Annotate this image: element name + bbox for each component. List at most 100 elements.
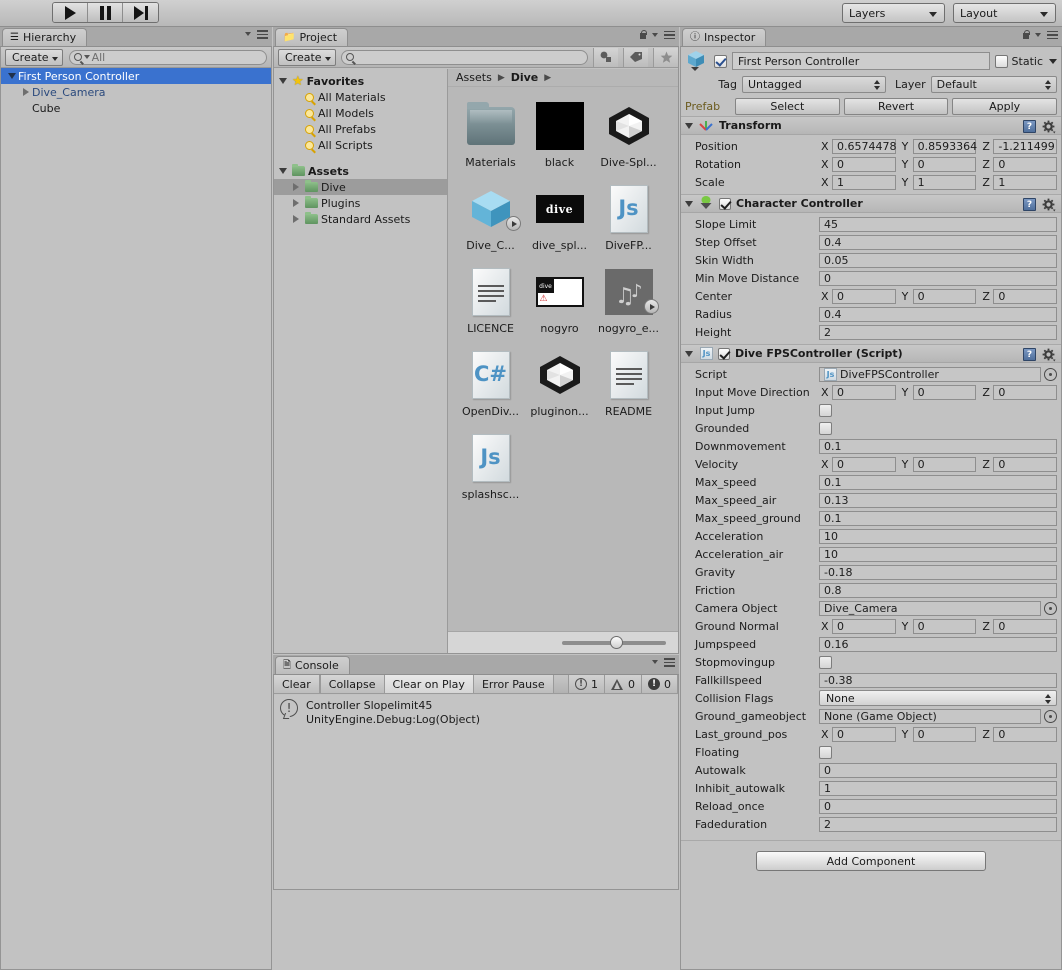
property-checkbox[interactable] bbox=[819, 745, 832, 759]
project-tree-item[interactable]: Standard Assets bbox=[274, 211, 447, 227]
static-toggle-group[interactable]: Static bbox=[994, 54, 1057, 68]
property-input[interactable]: 0.4 bbox=[819, 306, 1057, 322]
hierarchy-item[interactable]: Dive_Camera bbox=[1, 84, 271, 100]
slider-knob[interactable] bbox=[610, 635, 623, 649]
vector3-z-input[interactable]: 0 bbox=[993, 384, 1058, 400]
prefab-revert-button[interactable]: Revert bbox=[843, 97, 949, 115]
asset-item[interactable]: Js DiveFP... bbox=[594, 183, 663, 252]
property-input[interactable]: 45 bbox=[819, 216, 1057, 232]
console-clear-on-play-button[interactable]: Clear on Play bbox=[384, 675, 474, 693]
project-tree-item[interactable]: ★ Favorites bbox=[274, 73, 447, 89]
console-error-count[interactable]: ! 0 bbox=[642, 675, 678, 693]
asset-filter-icon[interactable] bbox=[593, 47, 618, 67]
property-input[interactable]: 0 bbox=[819, 270, 1057, 286]
property-input[interactable]: 0.05 bbox=[819, 252, 1057, 268]
component-header[interactable]: Character Controller? bbox=[681, 194, 1061, 213]
asset-item[interactable]: Materials bbox=[456, 100, 525, 169]
tag-dropdown[interactable]: Untagged bbox=[742, 75, 886, 93]
asset-item[interactable]: LICENCE bbox=[456, 266, 525, 335]
object-reference-input[interactable]: None (Game Object) bbox=[819, 708, 1041, 724]
vector3-y-input[interactable]: 0.8593364 bbox=[912, 138, 977, 154]
property-checkbox[interactable] bbox=[819, 421, 832, 435]
vector3-y-input[interactable]: 0 bbox=[912, 726, 977, 742]
project-tree-item[interactable]: All Prefabs bbox=[274, 121, 447, 137]
property-input[interactable]: 10 bbox=[819, 528, 1057, 544]
console-warning-count[interactable]: 0 bbox=[605, 675, 642, 693]
property-input[interactable]: 0.1 bbox=[819, 438, 1057, 454]
vector3-z-input[interactable]: 0 bbox=[993, 288, 1058, 304]
property-input[interactable]: 0.1 bbox=[819, 510, 1057, 526]
twisty-down-icon[interactable] bbox=[685, 122, 693, 129]
gear-icon[interactable] bbox=[1042, 348, 1056, 362]
twisty-down-icon[interactable] bbox=[685, 350, 693, 357]
asset-item[interactable]: Dive_C... bbox=[456, 183, 525, 252]
property-input[interactable]: 0.16 bbox=[819, 636, 1057, 652]
vector3-z-input[interactable]: 0 bbox=[993, 726, 1058, 742]
console-log-entry[interactable]: ! Controller Slopelimit45 UnityEngine.Debu… bbox=[274, 695, 678, 731]
asset-item[interactable]: dive dive_spl... bbox=[525, 183, 594, 252]
vector3-y-input[interactable]: 0 bbox=[912, 456, 977, 472]
asset-item[interactable]: ♫ ♪ nogyro_e... bbox=[594, 266, 663, 335]
vector3-y-input[interactable]: 1 bbox=[912, 174, 977, 190]
object-reference-input[interactable]: Dive_Camera bbox=[819, 600, 1041, 616]
asset-item[interactable]: C# OpenDiv... bbox=[456, 349, 525, 418]
property-input[interactable]: 0.1 bbox=[819, 474, 1057, 490]
asset-item[interactable]: Js splashsc... bbox=[456, 432, 525, 501]
project-search-input[interactable] bbox=[340, 49, 588, 65]
static-checkbox[interactable] bbox=[994, 54, 1008, 68]
property-input[interactable]: 0.13 bbox=[819, 492, 1057, 508]
label-filter-icon[interactable] bbox=[623, 47, 648, 67]
project-tree-item[interactable]: All Scripts bbox=[274, 137, 447, 153]
property-input[interactable]: 2 bbox=[819, 816, 1057, 832]
property-input[interactable]: 2 bbox=[819, 324, 1057, 340]
property-dropdown[interactable]: None bbox=[819, 690, 1057, 706]
vector3-y-input[interactable]: 0 bbox=[912, 384, 977, 400]
property-input[interactable]: 0.4 bbox=[819, 234, 1057, 250]
property-input[interactable]: -0.18 bbox=[819, 564, 1057, 580]
preview-play-badge[interactable] bbox=[505, 216, 521, 231]
asset-item[interactable]: README bbox=[594, 349, 663, 418]
layer-dropdown[interactable]: Default bbox=[930, 75, 1057, 93]
tab-hierarchy[interactable]: ☰ Hierarchy bbox=[2, 28, 88, 46]
panel-menu-icon[interactable] bbox=[664, 30, 675, 40]
vector3-z-input[interactable]: 0 bbox=[993, 156, 1058, 172]
property-input[interactable]: 10 bbox=[819, 546, 1057, 562]
help-icon[interactable]: ? bbox=[1023, 198, 1036, 211]
vector3-y-input[interactable]: 0 bbox=[912, 288, 977, 304]
breadcrumb-item[interactable]: Dive bbox=[511, 71, 539, 84]
console-info-count[interactable]: ! 1 bbox=[569, 675, 605, 693]
hierarchy-create-button[interactable]: Create bbox=[5, 48, 63, 66]
tab-project[interactable]: 📁 Project bbox=[275, 28, 349, 46]
prefab-apply-button[interactable]: Apply bbox=[952, 97, 1058, 115]
hierarchy-item[interactable]: First Person Controller bbox=[1, 68, 271, 84]
asset-item[interactable]: black bbox=[525, 100, 594, 169]
project-tree-item[interactable]: Assets bbox=[274, 163, 447, 179]
object-picker-icon[interactable] bbox=[1044, 367, 1057, 381]
property-input[interactable]: 0.8 bbox=[819, 582, 1057, 598]
object-picker-icon[interactable] bbox=[1044, 709, 1057, 723]
component-header[interactable]: Transform? bbox=[681, 116, 1061, 135]
vector3-z-input[interactable]: -1.211499 bbox=[993, 138, 1058, 154]
favorite-star-icon[interactable] bbox=[653, 47, 678, 67]
asset-item[interactable]: Dive-Spl... bbox=[594, 100, 663, 169]
asset-item[interactable]: dive ⚠ nogyro bbox=[525, 266, 594, 335]
project-tree-item[interactable]: Plugins bbox=[274, 195, 447, 211]
vector3-z-input[interactable]: 1 bbox=[993, 174, 1058, 190]
project-create-button[interactable]: Create bbox=[278, 48, 336, 66]
vector3-x-input[interactable]: 0 bbox=[832, 726, 896, 742]
help-icon[interactable]: ? bbox=[1023, 348, 1036, 361]
property-checkbox[interactable] bbox=[819, 403, 832, 417]
gear-icon[interactable] bbox=[1042, 198, 1056, 212]
pause-button[interactable] bbox=[88, 3, 123, 22]
property-checkbox[interactable] bbox=[819, 655, 832, 669]
project-tree-item[interactable]: All Materials bbox=[274, 89, 447, 105]
asset-item[interactable]: pluginon... bbox=[525, 349, 594, 418]
add-component-button[interactable]: Add Component bbox=[756, 851, 986, 871]
chevron-down-icon[interactable] bbox=[1049, 58, 1057, 64]
prefab-select-button[interactable]: Select bbox=[735, 97, 840, 115]
object-name-field[interactable]: First Person Controller bbox=[732, 52, 990, 70]
property-input[interactable]: 1 bbox=[819, 780, 1057, 796]
breadcrumb-item[interactable]: Assets bbox=[456, 71, 492, 84]
vector3-x-input[interactable]: 0 bbox=[832, 618, 896, 634]
vector3-y-input[interactable]: 0 bbox=[912, 156, 977, 172]
